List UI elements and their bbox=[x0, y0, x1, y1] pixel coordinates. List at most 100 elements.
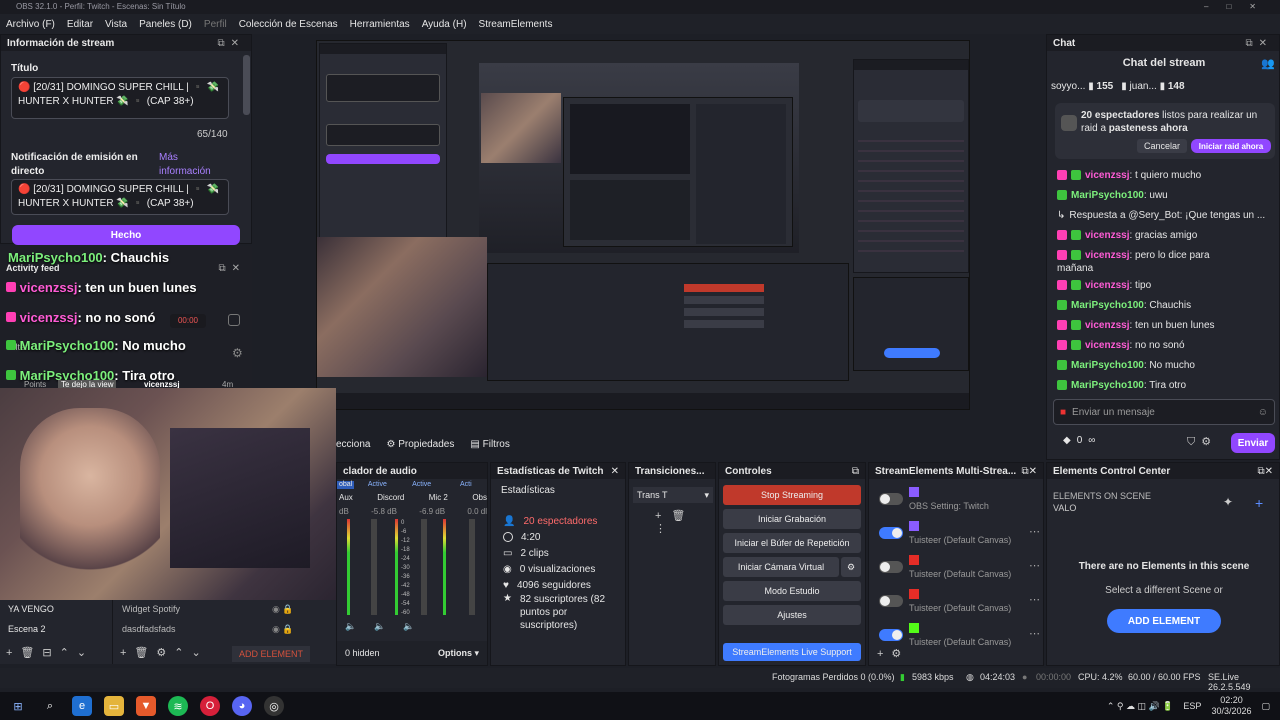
dock-controls[interactable]: ⧉✕ bbox=[217, 38, 245, 49]
search-icon[interactable]: ⌕ bbox=[40, 696, 60, 716]
obs-icon[interactable]: ◎ bbox=[264, 696, 284, 716]
virtual-cam-button[interactable]: Iniciar Cámara Virtual bbox=[723, 557, 839, 577]
virtual-cam-settings-icon[interactable]: ⚙ bbox=[841, 557, 861, 577]
chat-user[interactable]: MariPsycho100 bbox=[1071, 190, 1144, 201]
chat-user[interactable]: vicenzssj bbox=[1085, 170, 1129, 181]
chat-input[interactable]: ■ Enviar un mensaje ☺ bbox=[1053, 399, 1275, 425]
close-icon[interactable]: ⧉✕ bbox=[1257, 466, 1273, 477]
menu-view[interactable]: Vista bbox=[105, 19, 127, 30]
dock-controls[interactable]: ⧉✕ bbox=[218, 263, 246, 274]
raid-start-button[interactable]: Iniciar raid ahora bbox=[1191, 139, 1271, 153]
chat-user[interactable]: MariPsycho100 bbox=[1071, 360, 1144, 371]
sparkle-icon[interactable]: ✦ bbox=[1223, 495, 1233, 509]
lock-icon[interactable]: ◉ 🔒 bbox=[272, 624, 294, 635]
done-button[interactable]: Hecho bbox=[12, 225, 240, 245]
tab-scenes-partial[interactable]: ecciona bbox=[336, 439, 370, 450]
menu-scene-collection[interactable]: Colección de Escenas bbox=[239, 19, 338, 30]
menu-tools[interactable]: Herramientas bbox=[350, 19, 410, 30]
opera-icon[interactable]: O bbox=[200, 696, 220, 716]
add-element-button[interactable]: ADD ELEMENT bbox=[1107, 609, 1221, 633]
clock-icon[interactable] bbox=[228, 314, 240, 326]
transition-select[interactable]: Trans T ▾ bbox=[633, 487, 713, 503]
chat-points[interactable]: ◆ 0 ∞ bbox=[1063, 435, 1095, 446]
menu-help[interactable]: Ayuda (H) bbox=[422, 19, 467, 30]
menu-docks[interactable]: Paneles (D) bbox=[139, 19, 192, 30]
notif-input[interactable]: 🔴 [20/31] DOMINGO SUPER CHILL | ▪️ 💸 HUN… bbox=[11, 179, 229, 215]
menu-profile[interactable]: Perfil bbox=[204, 19, 227, 30]
float-icon[interactable]: ⧉ bbox=[852, 466, 859, 477]
multistream-toggle[interactable] bbox=[879, 629, 903, 641]
spotify-icon[interactable]: ≋ bbox=[168, 696, 188, 716]
se-support-button[interactable]: StreamElements Live Support bbox=[723, 643, 861, 661]
studio-mode-button[interactable]: Modo Estudio bbox=[723, 581, 861, 601]
raid-cancel-button[interactable]: Cancelar bbox=[1137, 139, 1187, 153]
menu-edit[interactable]: Editar bbox=[67, 19, 93, 30]
mixer-slider[interactable] bbox=[421, 519, 427, 615]
source-item[interactable]: dasdfadsfads bbox=[122, 624, 176, 634]
multistream-toggle[interactable] bbox=[879, 493, 903, 505]
tab-filters[interactable]: ▤ Filtros bbox=[470, 439, 509, 450]
chat-user[interactable]: MariPsycho100 bbox=[1071, 300, 1144, 311]
start-recording-button[interactable]: Iniciar Grabación bbox=[723, 509, 861, 529]
add-icon[interactable]: + bbox=[1255, 495, 1263, 511]
windows-start-icon[interactable]: ⊞ bbox=[8, 696, 28, 716]
multistream-toggle[interactable] bbox=[879, 595, 903, 607]
mixer-mute-icons[interactable]: 🔈🔈🔈 bbox=[345, 621, 433, 632]
multistream-toolbar[interactable]: +⚙ bbox=[877, 647, 909, 660]
mixer-channel[interactable]: Mic 2 bbox=[429, 493, 448, 502]
close-icon[interactable]: ✕ bbox=[611, 466, 619, 477]
chat-send-button[interactable]: Enviar bbox=[1231, 433, 1275, 453]
mixer-channel[interactable]: Aux bbox=[339, 493, 353, 502]
chat-user[interactable]: vicenzssj bbox=[1085, 250, 1129, 261]
more-icon[interactable]: ⋯ bbox=[1029, 559, 1040, 572]
multistream-toggle[interactable] bbox=[879, 527, 903, 539]
folder-icon[interactable]: ▭ bbox=[104, 696, 124, 716]
tab-properties[interactable]: ⚙ Propiedades bbox=[386, 439, 454, 450]
menu-file[interactable]: Archivo (F) bbox=[6, 19, 55, 30]
add-element-button[interactable]: ADD ELEMENT bbox=[232, 646, 310, 662]
stats-tab[interactable]: Estadísticas bbox=[501, 485, 555, 496]
mixer-hidden-count[interactable]: 0 hidden bbox=[345, 648, 380, 658]
chat-user[interactable]: vicenzssj bbox=[1085, 230, 1129, 241]
gear-icon[interactable]: ⚙ bbox=[232, 346, 243, 360]
scene-item[interactable]: YA VENGO bbox=[8, 604, 54, 614]
source-item[interactable]: Widget Spotify bbox=[122, 604, 180, 614]
menu-streamelements[interactable]: StreamElements bbox=[479, 19, 553, 30]
tray-clock[interactable]: 02:20 30/3/2026 bbox=[1211, 695, 1251, 717]
edge-icon[interactable]: e bbox=[72, 696, 92, 716]
more-icon[interactable]: ⋯ bbox=[1029, 593, 1040, 606]
stream-preview[interactable] bbox=[316, 40, 970, 410]
tray-icons[interactable]: ⌃ ⚲ ☁ ◫ 🔊 🔋 bbox=[1107, 701, 1174, 712]
chat-user[interactable]: vicenzssj bbox=[1085, 340, 1129, 351]
more-icon[interactable]: ⋯ bbox=[1029, 627, 1040, 640]
mixer-slider[interactable] bbox=[469, 519, 475, 615]
mixer-channel[interactable]: Obs bbox=[472, 493, 487, 502]
discord-icon[interactable]: ◕ bbox=[232, 696, 252, 716]
stop-streaming-button[interactable]: Stop Streaming bbox=[723, 485, 861, 505]
scene-item[interactable]: Escena 2 bbox=[8, 624, 46, 634]
notification-icon[interactable]: ▢ bbox=[1261, 701, 1270, 712]
eye-icon[interactable]: ◉ 🔒 bbox=[272, 604, 294, 615]
settings-button[interactable]: Ajustes bbox=[723, 605, 861, 625]
source-toolbar-icons[interactable]: +🗑⚙⌃⌄ bbox=[120, 646, 209, 659]
more-icon[interactable]: ⋯ bbox=[1029, 525, 1040, 538]
mixer-options[interactable]: Options ▾ bbox=[438, 648, 479, 659]
chat-tool-icons[interactable]: ⛉⚙ bbox=[1187, 435, 1217, 449]
chat-user[interactable]: MariPsycho100 bbox=[1071, 380, 1144, 391]
multistream-toggle[interactable] bbox=[879, 561, 903, 573]
window-controls[interactable]: –□✕ bbox=[1204, 0, 1274, 14]
users-icon[interactable]: 👥 bbox=[1261, 57, 1275, 70]
scene-toolbar-icons[interactable]: +🗑⊟⌃⌄ bbox=[6, 646, 94, 659]
close-icon[interactable]: ⧉✕ bbox=[1021, 466, 1037, 477]
mixer-slider[interactable] bbox=[371, 519, 377, 615]
more-info-link[interactable]: Más información bbox=[159, 151, 229, 179]
dock-controls[interactable]: ⧉✕ bbox=[1245, 38, 1273, 49]
replay-buffer-button[interactable]: Iniciar el Búfer de Repetición bbox=[723, 533, 861, 553]
transition-toolbar[interactable]: +🗑⋮ bbox=[655, 509, 715, 535]
mixer-channel[interactable]: Discord bbox=[377, 493, 404, 502]
stream-info-scrollbar[interactable] bbox=[243, 55, 250, 115]
brave-icon[interactable]: ▼ bbox=[136, 696, 156, 716]
title-input[interactable]: 🔴 [20/31] DOMINGO SUPER CHILL | ▪️ 💸 HUN… bbox=[11, 77, 229, 119]
tray-lang[interactable]: ESP bbox=[1183, 701, 1201, 711]
chat-user[interactable]: vicenzssj bbox=[1085, 320, 1129, 331]
